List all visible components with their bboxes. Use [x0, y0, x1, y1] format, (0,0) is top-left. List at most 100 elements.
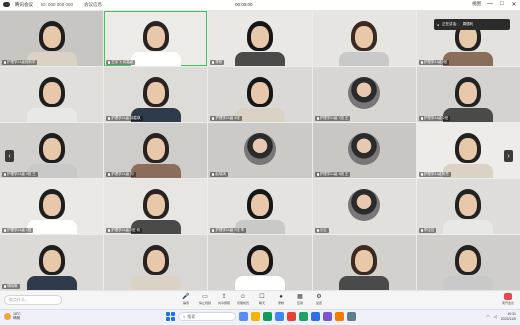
participant-video-tile[interactable]: 护理学21级 刘	[104, 123, 208, 178]
participant-video-tile[interactable]: 护理学21级 1班	[0, 179, 104, 234]
participant-name-label: 护理学21级 刘	[106, 172, 136, 177]
edge-browser-icon[interactable]	[263, 312, 272, 321]
microphone-icon	[420, 61, 423, 64]
participant-avatar	[348, 132, 381, 165]
wifi-icon[interactable]: ◠	[486, 314, 490, 319]
participant-video-tile[interactable]	[312, 235, 416, 290]
participant-avatar	[348, 76, 381, 109]
apps-button[interactable]: ▦ 应用	[292, 293, 308, 305]
start-button[interactable]	[166, 312, 175, 321]
participant-name-label: 胡晓琳	[2, 284, 20, 289]
microphone-icon	[4, 285, 6, 288]
store-icon[interactable]	[275, 312, 284, 321]
participant-video-tile[interactable]: 小云	[312, 179, 416, 234]
meeting-id[interactable]: ID: 000 000 000	[38, 1, 76, 8]
participant-face	[42, 138, 61, 161]
close-button[interactable]: ✕	[511, 1, 517, 8]
participant-body	[339, 52, 390, 66]
participant-video-tile[interactable]: 赵瑞琪	[208, 123, 312, 178]
share-screen-button[interactable]: ⇪ 共享屏幕	[216, 293, 232, 305]
participant-video-tile[interactable]: 护理学21级 7班 王	[312, 67, 416, 122]
participant-face	[355, 250, 374, 273]
leave-icon	[503, 293, 512, 300]
chat-button[interactable]: ☐ 聊天	[254, 293, 270, 305]
microphone-icon	[420, 117, 423, 120]
leave-meeting-button[interactable]: 离开会议	[502, 293, 514, 305]
app-icon[interactable]	[323, 312, 332, 321]
microphone-icon	[108, 117, 111, 120]
task-view-icon[interactable]	[239, 312, 248, 321]
volume-icon[interactable]: ◁	[494, 314, 497, 319]
record-button[interactable]: ● 录制	[273, 293, 289, 306]
participant-face	[250, 82, 269, 105]
meeting-info-button[interactable]: 会议信息	[81, 1, 105, 8]
participant-body	[443, 276, 494, 290]
app-icon[interactable]	[287, 312, 296, 321]
video-icon: ▭	[202, 294, 208, 300]
app-icon[interactable]	[335, 312, 344, 321]
members-icon: ☺	[239, 293, 247, 300]
participant-face	[355, 26, 374, 49]
participant-name: 护理学21级 3班 李	[215, 228, 245, 232]
participant-name-label: 小云	[314, 228, 329, 233]
participant-video-tile[interactable]: 护理学21级 3班 王	[312, 123, 416, 178]
participant-video-tile[interactable]: 胡晓琳	[0, 235, 104, 290]
meeting-app-icon[interactable]	[311, 312, 320, 321]
participant-video-tile[interactable]	[416, 235, 520, 290]
participant-face	[250, 194, 269, 217]
minimize-button[interactable]: —	[487, 1, 493, 7]
participant-video-tile[interactable]: 李彤	[208, 11, 312, 66]
participant-video-tile[interactable]: 护理学21级 胡嘉琪	[104, 67, 208, 122]
taskbar-search[interactable]: ⌕ 搜索	[178, 312, 236, 321]
participant-name-label: 王宇飞 何嘉颖	[106, 60, 136, 65]
title-bar: 腾讯会议 ID: 000 000 000 会议信息 00:00:00 视图 — …	[0, 0, 520, 11]
participant-name: 护理学21级2班	[423, 60, 448, 64]
maximize-button[interactable]: □	[499, 1, 505, 7]
participant-body	[130, 276, 181, 290]
weather-widget[interactable]: 18°C 晴朗	[4, 312, 21, 320]
participant-video-tile[interactable]: 王宇飞 何嘉颖	[104, 11, 208, 66]
participant-body	[234, 108, 285, 122]
layout-button[interactable]: 视图	[472, 1, 481, 7]
participant-name-label: 护理学21级陈思	[418, 172, 451, 177]
participant-video-tile[interactable]	[0, 67, 104, 122]
participant-video-tile[interactable]	[104, 235, 208, 290]
app-name: 腾讯会议	[15, 1, 33, 7]
participant-name-label: 护理学21级 4班	[210, 116, 242, 121]
file-explorer-icon[interactable]	[251, 312, 260, 321]
participant-video-tile[interactable]: 护理学21级 3班 王	[0, 123, 104, 178]
participant-name: 护理学21级 刘	[111, 172, 134, 176]
participant-video-tile[interactable]: 护理学24级 2班	[416, 67, 520, 122]
members-button[interactable]: ☺ 管理成员	[235, 293, 251, 306]
participant-video-tile[interactable]	[208, 235, 312, 290]
participant-body	[234, 276, 285, 290]
speaking-indicator: ● 正在讲话： 周德利	[434, 19, 510, 30]
participant-face	[146, 250, 165, 273]
participant-face	[42, 250, 61, 273]
microphone-icon	[316, 229, 319, 232]
participant-name: 小云	[319, 228, 327, 232]
app-icon[interactable]	[347, 312, 356, 321]
participant-video-tile[interactable]: 护理学21级 4班	[208, 67, 312, 122]
participant-avatar	[243, 132, 276, 165]
participant-video-tile[interactable]	[312, 11, 416, 66]
participant-body	[339, 276, 390, 290]
participant-name: 护理学21级 2班 何	[111, 228, 140, 232]
participant-video-tile[interactable]: 护理学21级 3班 李	[208, 179, 312, 234]
participant-name-label: 护理学21级 胡嘉琪	[106, 116, 143, 121]
chat-input[interactable]: 说点什么...	[4, 295, 62, 305]
prev-page-button[interactable]: ‹	[5, 150, 14, 162]
system-clock[interactable]: 19:31 2023/11/5	[501, 312, 516, 321]
participant-name-label: 护理学21级 1班	[2, 228, 34, 233]
microphone-icon	[212, 229, 215, 232]
settings-button[interactable]: ⚙ 设置	[311, 293, 327, 305]
participant-video-tile[interactable]: 李佳蕊	[416, 179, 520, 234]
video-button[interactable]: ▭ 停止视频	[197, 293, 213, 305]
next-page-button[interactable]: ›	[504, 150, 513, 162]
wechat-icon[interactable]	[299, 312, 308, 321]
participant-name: 护理学21级 4班	[215, 116, 240, 120]
participant-video-tile[interactable]: 护理学21级 2班 何	[104, 179, 208, 234]
microphone-button[interactable]: 🎤 静音	[178, 293, 194, 305]
participant-video-tile[interactable]: 护理学21级班助学	[0, 11, 104, 66]
participant-name-label: 护理学21级2班	[418, 60, 450, 65]
